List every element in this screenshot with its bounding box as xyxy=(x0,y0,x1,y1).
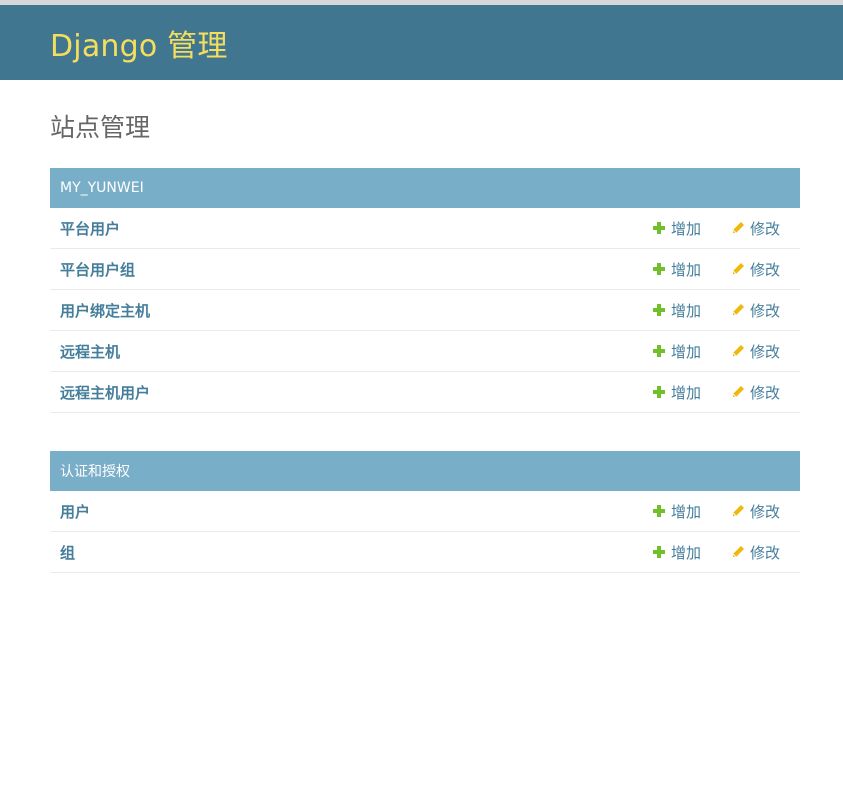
change-link[interactable]: 修改 xyxy=(731,542,780,563)
model-row: 远程主机 增加 修改 xyxy=(50,331,800,372)
main-content: 站点管理 MY_YUNWEI 平台用户 增加 修改 平台用户组 增加 修改 用户… xyxy=(0,108,843,573)
plus-icon xyxy=(652,545,666,559)
plus-icon xyxy=(652,221,666,235)
pencil-icon xyxy=(731,303,745,317)
change-link[interactable]: 修改 xyxy=(731,218,780,239)
change-label: 修改 xyxy=(749,342,780,361)
model-row: 用户 增加 修改 xyxy=(50,491,800,532)
plus-icon xyxy=(652,344,666,358)
change-label: 修改 xyxy=(749,502,780,521)
add-link[interactable]: 增加 xyxy=(652,218,701,239)
pencil-icon xyxy=(731,262,745,276)
add-label: 增加 xyxy=(670,383,701,402)
pencil-icon xyxy=(731,221,745,235)
add-label: 增加 xyxy=(670,301,701,320)
change-label: 修改 xyxy=(749,219,780,238)
model-link[interactable]: 用户绑定主机 xyxy=(60,300,652,321)
change-link[interactable]: 修改 xyxy=(731,341,780,362)
model-row: 用户绑定主机 增加 修改 xyxy=(50,290,800,331)
model-link[interactable]: 远程主机 xyxy=(60,341,652,362)
model-row: 组 增加 修改 xyxy=(50,532,800,573)
add-link[interactable]: 增加 xyxy=(652,300,701,321)
model-link[interactable]: 组 xyxy=(60,542,652,563)
change-label: 修改 xyxy=(749,260,780,279)
add-link[interactable]: 增加 xyxy=(652,382,701,403)
plus-icon xyxy=(652,262,666,276)
pencil-icon xyxy=(731,545,745,559)
app-module-auth: 认证和授权 用户 增加 修改 组 增加 修改 xyxy=(50,451,800,573)
model-row: 远程主机用户 增加 修改 xyxy=(50,372,800,413)
model-link[interactable]: 平台用户 xyxy=(60,218,652,239)
module-caption: MY_YUNWEI xyxy=(50,168,800,208)
pencil-icon xyxy=(731,344,745,358)
change-link[interactable]: 修改 xyxy=(731,259,780,280)
pencil-icon xyxy=(731,385,745,399)
add-link[interactable]: 增加 xyxy=(652,501,701,522)
change-label: 修改 xyxy=(749,301,780,320)
module-caption: 认证和授权 xyxy=(50,451,800,491)
model-link[interactable]: 平台用户组 xyxy=(60,259,652,280)
model-link[interactable]: 用户 xyxy=(60,501,652,522)
module-caption-link[interactable]: MY_YUNWEI xyxy=(60,180,144,196)
app-module-my-yunwei: MY_YUNWEI 平台用户 增加 修改 平台用户组 增加 修改 用户绑定主机 … xyxy=(50,168,800,413)
add-link[interactable]: 增加 xyxy=(652,341,701,362)
model-row: 平台用户 增加 修改 xyxy=(50,208,800,249)
add-label: 增加 xyxy=(670,502,701,521)
page-title: 站点管理 xyxy=(50,113,151,142)
add-label: 增加 xyxy=(670,543,701,562)
change-label: 修改 xyxy=(749,383,780,402)
add-label: 增加 xyxy=(670,342,701,361)
change-link[interactable]: 修改 xyxy=(731,382,780,403)
add-label: 增加 xyxy=(670,260,701,279)
add-label: 增加 xyxy=(670,219,701,238)
plus-icon xyxy=(652,504,666,518)
plus-icon xyxy=(652,303,666,317)
add-link[interactable]: 增加 xyxy=(652,542,701,563)
pencil-icon xyxy=(731,504,745,518)
change-label: 修改 xyxy=(749,543,780,562)
change-link[interactable]: 修改 xyxy=(731,300,780,321)
plus-icon xyxy=(652,385,666,399)
add-link[interactable]: 增加 xyxy=(652,259,701,280)
site-header: Django 管理 xyxy=(0,5,843,80)
site-branding-link[interactable]: Django 管理 xyxy=(50,21,228,65)
change-link[interactable]: 修改 xyxy=(731,501,780,522)
model-row: 平台用户组 增加 修改 xyxy=(50,249,800,290)
model-link[interactable]: 远程主机用户 xyxy=(60,382,652,403)
module-caption-link[interactable]: 认证和授权 xyxy=(60,461,130,481)
